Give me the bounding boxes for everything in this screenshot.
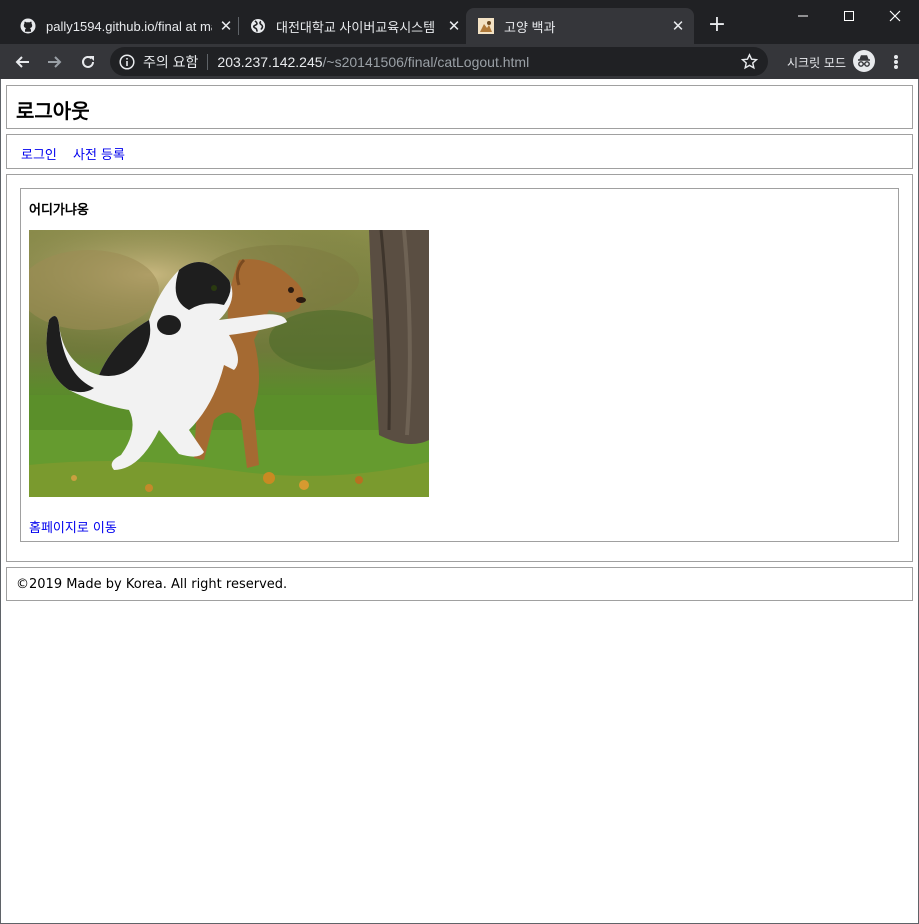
window-border-left <box>0 79 1 924</box>
security-status-label: 주의 요함 <box>143 53 199 70</box>
url-host: 203.237.142.245 <box>217 53 323 70</box>
main-section: 어디가냐옹 홈페이지로 이동 <box>6 174 913 562</box>
tab-title: pally1594.github.io/final at ma <box>46 18 212 34</box>
window-close-icon[interactable] <box>872 4 918 28</box>
copyright-text: ©2019 Made by Korea. All right reserved. <box>16 577 288 592</box>
page-nav: 로그인 사전 등록 <box>6 134 913 169</box>
tab-title: 대전대학교 사이버교육시스템 <box>276 19 436 35</box>
incognito-label: 시크릿 모드 <box>787 56 847 70</box>
article-heading: 어디가냐옹 <box>29 203 89 218</box>
page-title: 로그아웃 <box>16 99 90 123</box>
tab-close-icon[interactable]: ✕ <box>670 18 686 35</box>
window-maximize-icon[interactable] <box>826 4 872 28</box>
dictionary-register-link[interactable]: 사전 등록 <box>73 144 125 163</box>
homepage-link[interactable]: 홈페이지로 이동 <box>29 517 117 536</box>
tab-close-icon[interactable]: ✕ <box>218 18 234 35</box>
info-icon[interactable] <box>119 53 135 70</box>
tab-separator <box>238 17 239 35</box>
url-path: /~s20141506/final/catLogout.html <box>322 53 530 70</box>
address-bar[interactable]: 주의 요함 203.237.142.245/~s20141506/final/c… <box>110 47 768 76</box>
omnibox-divider <box>207 53 209 70</box>
new-tab-plus-icon[interactable]: + <box>705 14 729 38</box>
cat-fighting-dog-photo <box>29 230 429 497</box>
tab-title: 고양 백과 <box>504 19 556 35</box>
globe-icon <box>250 18 266 34</box>
cat-favicon <box>478 18 494 34</box>
browser-toolbar: 주의 요함 203.237.142.245/~s20141506/final/c… <box>0 44 919 79</box>
kebab-menu-icon[interactable] <box>889 53 903 71</box>
page-footer: ©2019 Made by Korea. All right reserved. <box>6 567 913 601</box>
forward-arrow-icon[interactable] <box>43 50 67 74</box>
tab-close-icon[interactable]: ✕ <box>446 18 462 35</box>
reload-icon[interactable] <box>76 50 100 74</box>
tab-cat-encyclopedia[interactable]: 고양 백과 ✕ <box>478 8 686 44</box>
window-minimize-icon[interactable] <box>780 4 826 28</box>
tab-cyber-education[interactable]: 대전대학교 사이버교육시스템 ✕ <box>250 8 462 44</box>
incognito-icon[interactable] <box>853 50 875 72</box>
browser-titlebar: pally1594.github.io/final at ma ✕ 대전대학교 … <box>0 0 919 44</box>
article-card: 어디가냐옹 홈페이지로 이동 <box>20 188 899 542</box>
tab-github[interactable]: pally1594.github.io/final at ma ✕ <box>20 8 234 44</box>
page-header: 로그아웃 <box>6 85 913 129</box>
login-link[interactable]: 로그인 <box>21 144 57 163</box>
github-icon <box>20 18 36 34</box>
bookmark-star-icon[interactable] <box>740 53 759 70</box>
back-arrow-icon[interactable] <box>10 50 34 74</box>
